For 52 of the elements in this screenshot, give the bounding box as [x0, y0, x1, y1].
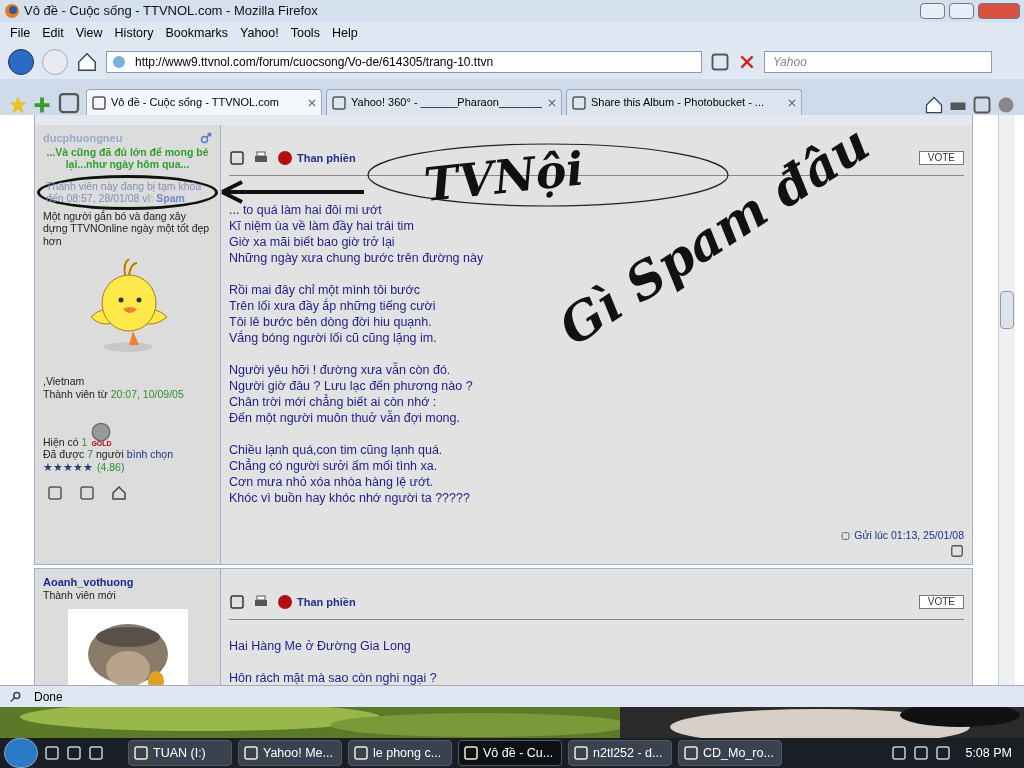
- taskbar-button[interactable]: CD_Mo_ro...: [678, 740, 782, 766]
- user-bio: Một người gắn bó và đang xây dựng TTVNOnline ngày một tốt đẹp hơn: [43, 209, 211, 247]
- taskbar-button[interactable]: TUAN (I:): [128, 740, 232, 766]
- browser-tab[interactable]: Vô đề - Cuộc sống - TTVNOL.com: [86, 89, 322, 115]
- post-text-line: Vắng bóng người lối cũ cũng lặng im.: [229, 330, 438, 346]
- post-timestamp: Gửi lúc 01:13, 25/01/08: [854, 528, 964, 544]
- menu-item[interactable]: History: [114, 24, 154, 43]
- menu-item[interactable]: View: [75, 24, 103, 43]
- browser-tab[interactable]: Yahoo! 360° - ______Pharaon_______: [326, 89, 562, 115]
- complain-link[interactable]: Than phiền: [297, 593, 356, 611]
- vote-button[interactable]: VOTE: [918, 595, 964, 609]
- menu-item[interactable]: Help: [331, 24, 358, 43]
- post-text-line: Người giờ đâu ? Lưu lạc đến phương nào ?: [229, 378, 474, 394]
- menu-item[interactable]: Tools: [290, 24, 320, 43]
- url-text: http://www9.ttvnol.com/forum/cuocsong/Vo-de/614305/trang-10.ttvn: [135, 54, 494, 71]
- star-rating: ★★★★★: [43, 460, 93, 473]
- rank-text: Hiện có 1: [43, 435, 88, 448]
- address-bar[interactable]: http://www9.ttvnol.com/forum/cuocsong/Vo-de/614305/trang-10.ttvn: [106, 51, 702, 73]
- taskbar-button[interactable]: le phong c...: [348, 740, 452, 766]
- vote-button[interactable]: VOTE: [918, 151, 964, 165]
- post-text-line: Đến một người muôn thuở vẫn đợi mong.: [229, 410, 461, 426]
- clock: 5:08 PM: [964, 744, 1013, 762]
- post-text-line: Hôn rách mặt mà sao còn nghi ngại ?: [229, 670, 438, 685]
- menu-item[interactable]: File: [10, 24, 31, 43]
- search-field[interactable]: Yahoo: [764, 51, 992, 73]
- taskbar-button[interactable]: Vô đề - Cu...: [458, 740, 562, 766]
- user-title: Thành viên mới: [43, 588, 117, 601]
- post-text-line: Cơn mưa nhỏ xóa nhòa hàng lệ ướt.: [229, 474, 435, 490]
- taskbar-button[interactable]: Yahoo! Me...: [238, 740, 342, 766]
- post-text-line: ... to quá làm hai đôi mi ướt: [229, 202, 383, 218]
- browser-tab[interactable]: Share this Album - Photobucket - ...: [566, 89, 802, 115]
- window-title: Vô đề - Cuộc sống - TTVNOL.com - Mozilla Firefox: [24, 2, 318, 21]
- post-text-line: Người yêu hỡi ! đường xưa vẫn còn đó.: [229, 362, 452, 378]
- user-signature: ...Và cũng đã đủ lớn để mong bé lại...như ngày hôm qua...: [45, 145, 210, 171]
- post-text-line: Chân trời mới chẳng biết ai còn nhớ :: [229, 394, 438, 410]
- join-date: Thành viên từ 20:07, 10/09/05: [43, 387, 185, 400]
- suspension-notice: Thành viên này đang bị tạm khóa đến 08:57, 28/01/08 vì: Spam: [46, 179, 203, 205]
- menu-item[interactable]: Bookmarks: [165, 24, 228, 43]
- vote-count: Đã được 7 người bình chọn: [43, 448, 174, 461]
- rating-value: (4.86): [97, 460, 125, 473]
- complain-link[interactable]: Than phiền: [297, 149, 356, 167]
- post-text-line: Khóc vì buồn hay khóc nhớ người ta ?????: [229, 490, 471, 506]
- menu-item[interactable]: Yahoo!: [240, 24, 279, 43]
- handwritten-note: TVNội: [421, 141, 587, 212]
- post-text-line: Hai Hàng Me ở Đường Gia Long: [229, 638, 412, 654]
- status-text: Done: [34, 688, 63, 706]
- taskbar-button[interactable]: n2tl252 - d...: [568, 740, 672, 766]
- user-location: ,Vietnam: [43, 375, 86, 388]
- post-text-line: Chẳng có người sưởi ấm mối tình xa.: [229, 458, 439, 474]
- username[interactable]: Aoanh_vothuong: [43, 576, 134, 589]
- menu-item[interactable]: Edit: [42, 24, 64, 43]
- post-text-line: Chiều lạnh quá,con tim cũng lạnh quá.: [229, 442, 444, 458]
